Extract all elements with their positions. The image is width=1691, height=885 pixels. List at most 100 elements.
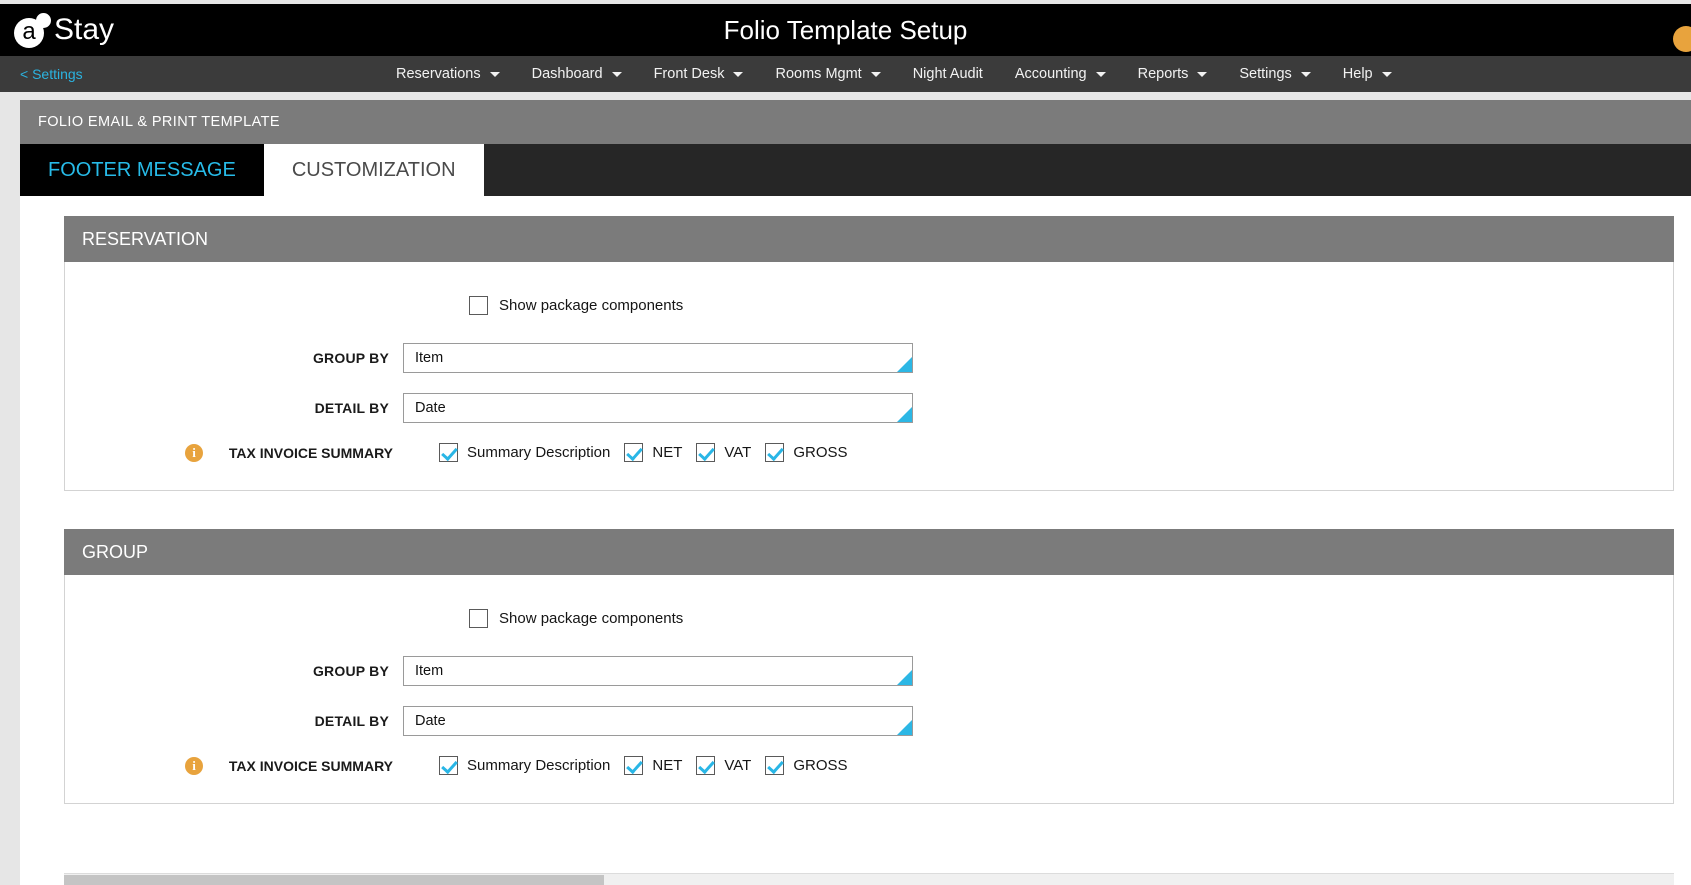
tax-options-group: Summary Description NET VAT GROSS (439, 443, 862, 462)
gross-checkbox[interactable] (765, 756, 785, 775)
section-title: GROUP (64, 529, 1674, 575)
tab-bar: FOOTER MESSAGE CUSTOMIZATION (20, 144, 1691, 196)
section-title: RESERVATION (64, 216, 1674, 262)
section-divider (64, 491, 1674, 529)
gross-label: GROSS (793, 444, 848, 461)
group-by-select[interactable]: Item (403, 656, 913, 686)
summary-description-label: Summary Description (467, 757, 611, 774)
tax-invoice-summary-row: i TAX INVOICE SUMMARY Summary Descriptio… (65, 756, 1673, 775)
net-label: NET (652, 757, 683, 774)
nav-label: Settings (1239, 66, 1292, 82)
group-by-label: GROUP BY (312, 350, 389, 366)
detail-by-select[interactable]: Date (403, 706, 913, 736)
chevron-down-icon (1300, 71, 1311, 77)
info-icon[interactable]: i (185, 443, 203, 462)
vat-checkbox[interactable] (696, 756, 716, 775)
tax-option-net: NET (624, 756, 682, 775)
group-by-row: GROUP BY Item (65, 343, 1673, 373)
tax-options-group: Summary Description NET VAT GROSS (439, 756, 862, 775)
detail-by-value: Date (415, 400, 446, 416)
dropdown-corner-icon (897, 720, 912, 735)
gross-checkbox[interactable] (765, 443, 785, 462)
vat-label: VAT (724, 757, 752, 774)
tax-invoice-summary-label: TAX INVOICE SUMMARY (228, 757, 393, 774)
tax-option-gross: GROSS (765, 443, 848, 462)
tab-footer-message[interactable]: FOOTER MESSAGE (20, 144, 264, 196)
chevron-down-icon (611, 71, 622, 77)
nav-label: Reservations (396, 66, 481, 82)
nav-item-front-desk[interactable]: Front Desk (638, 56, 760, 92)
top-header-bar: a Stay Folio Template Setup (0, 4, 1691, 56)
chevron-down-icon (489, 71, 500, 77)
group-by-value: Item (415, 350, 444, 366)
detail-by-label: DETAIL BY (314, 400, 389, 416)
content-root: FOLIO EMAIL & PRINT TEMPLATE FOOTER MESS… (0, 96, 1691, 885)
main-navigation-bar: < Settings Reservations Dashboard Front … (0, 56, 1691, 92)
show-package-components-row: Show package components (469, 609, 1673, 628)
tax-option-vat: VAT (696, 443, 751, 462)
chevron-down-icon (870, 71, 881, 77)
show-package-components-label: Show package components (499, 297, 684, 314)
dropdown-corner-icon (897, 670, 912, 685)
detail-by-value: Date (415, 713, 446, 729)
vat-checkbox[interactable] (696, 443, 716, 462)
panel-header-title: FOLIO EMAIL & PRINT TEMPLATE (20, 100, 1691, 144)
section-reservation: RESERVATION Show package components GROU… (64, 216, 1674, 491)
section-group: GROUP Show package components GROUP BY I… (64, 529, 1674, 804)
group-by-label: GROUP BY (312, 663, 389, 679)
tab-customization[interactable]: CUSTOMIZATION (263, 144, 484, 196)
summary-description-checkbox[interactable] (439, 443, 458, 462)
nav-item-settings[interactable]: Settings (1223, 56, 1326, 92)
folio-template-panel: FOLIO EMAIL & PRINT TEMPLATE FOOTER MESS… (20, 100, 1691, 885)
dropdown-corner-icon (897, 407, 912, 422)
nav-item-help[interactable]: Help (1327, 56, 1408, 92)
form-inner: RESERVATION Show package components GROU… (64, 216, 1674, 804)
nav-label: Front Desk (653, 66, 725, 82)
nav-item-dashboard[interactable]: Dashboard (516, 56, 638, 92)
tax-invoice-summary-row: i TAX INVOICE SUMMARY Summary Descriptio… (65, 443, 1673, 462)
back-to-settings-link[interactable]: < Settings (20, 56, 83, 92)
show-package-components-checkbox[interactable] (469, 609, 488, 628)
summary-description-label: Summary Description (467, 444, 611, 461)
tax-invoice-summary-label: TAX INVOICE SUMMARY (228, 444, 393, 461)
chevron-down-icon (1197, 71, 1208, 77)
net-checkbox[interactable] (624, 443, 644, 462)
nav-label: Reports (1137, 66, 1189, 82)
nav-label: Night Audit (912, 66, 983, 82)
show-package-components-row: Show package components (469, 296, 1673, 315)
detail-by-row: DETAIL BY Date (65, 706, 1673, 736)
net-checkbox[interactable] (624, 756, 644, 775)
net-label: NET (652, 444, 683, 461)
group-by-row: GROUP BY Item (65, 656, 1673, 686)
show-package-components-checkbox[interactable] (469, 296, 488, 315)
nav-label: Help (1342, 66, 1373, 82)
nav-item-accounting[interactable]: Accounting (999, 56, 1122, 92)
page-title: Folio Template Setup (723, 15, 968, 45)
group-by-value: Item (415, 663, 444, 679)
chevron-down-icon (1095, 71, 1106, 77)
nav-item-reports[interactable]: Reports (1122, 56, 1224, 92)
tax-option-summary-description: Summary Description (439, 443, 610, 462)
nav-item-night-audit[interactable]: Night Audit (897, 56, 999, 92)
detail-by-select[interactable]: Date (403, 393, 913, 423)
detail-by-row: DETAIL BY Date (65, 393, 1673, 423)
gross-label: GROSS (793, 757, 848, 774)
dropdown-corner-icon (897, 357, 912, 372)
tax-option-gross: GROSS (765, 756, 848, 775)
nav-item-reservations[interactable]: Reservations (380, 56, 516, 92)
nav-label: Accounting (1014, 66, 1087, 82)
chevron-down-icon (1381, 71, 1392, 77)
info-icon[interactable]: i (185, 756, 203, 775)
nav-label: Dashboard (531, 66, 603, 82)
tax-option-summary-description: Summary Description (439, 756, 610, 775)
tax-option-vat: VAT (696, 756, 751, 775)
nav-item-rooms-mgmt[interactable]: Rooms Mgmt (759, 56, 896, 92)
nav-label: Rooms Mgmt (775, 66, 862, 82)
vat-label: VAT (724, 444, 752, 461)
group-by-select[interactable]: Item (403, 343, 913, 373)
detail-by-label: DETAIL BY (314, 713, 389, 729)
summary-description-checkbox[interactable] (439, 756, 458, 775)
horizontal-scrollbar-thumb[interactable] (64, 875, 604, 885)
customization-form-area: RESERVATION Show package components GROU… (20, 196, 1691, 885)
horizontal-scrollbar[interactable] (64, 873, 1674, 885)
